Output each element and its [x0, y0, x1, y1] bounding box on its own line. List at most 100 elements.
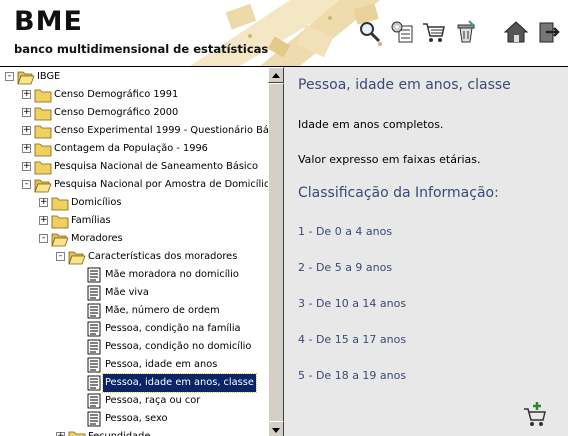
tree-item-label[interactable]: Mãe, número de ordem — [103, 302, 222, 320]
document-icon — [85, 393, 103, 409]
app-header: BME banco multidimensional de estatístic… — [0, 0, 568, 66]
scroll-up-button[interactable] — [268, 67, 284, 83]
tree-item[interactable]: Mãe viva — [73, 284, 268, 302]
document-icon — [85, 285, 103, 301]
folder-open-icon — [68, 249, 86, 265]
tree-item[interactable]: Pessoa, condição na família — [73, 320, 268, 338]
scroll-down-button[interactable] — [268, 421, 284, 436]
app-logo: BME — [14, 6, 83, 37]
tree-item-label[interactable]: Pessoa, idade em anos — [103, 356, 219, 374]
document-icon — [85, 321, 103, 337]
classification-heading: Classificação da Informação: — [298, 185, 499, 201]
tree-item-label[interactable]: Mãe viva — [103, 284, 151, 302]
expand-toggle[interactable]: + — [56, 432, 65, 436]
folder-icon — [34, 159, 52, 175]
classification-item: 3 - De 10 a 14 anos — [298, 297, 407, 310]
app-subtitle: banco multidimensional de estatísticas — [14, 42, 269, 56]
add-to-cart-icon[interactable] — [522, 401, 548, 427]
detail-description-2: Valor expresso em faixas etárias. — [298, 153, 481, 166]
detail-title: Pessoa, idade em anos, classe — [298, 77, 511, 93]
folder-open-icon — [17, 69, 35, 85]
classification-item: 1 - De 0 a 4 anos — [298, 225, 393, 238]
search-icon[interactable] — [358, 20, 382, 44]
tree-item-label[interactable]: Pessoa, raça ou cor — [103, 392, 202, 410]
expand-toggle[interactable]: + — [22, 108, 31, 117]
settings-list-icon[interactable] — [390, 20, 414, 44]
tree-item-label[interactable]: Censo Demográfico 1991 — [52, 86, 180, 104]
tree-item-label[interactable]: Domicílios — [69, 194, 123, 212]
tree-item[interactable]: Mãe, número de ordem — [73, 302, 268, 320]
tree-item-label[interactable]: Pessoa, sexo — [103, 410, 169, 428]
folder-icon — [34, 123, 52, 139]
tree-item-label[interactable]: Mãe moradora no domicílio — [103, 266, 241, 284]
expand-toggle[interactable]: + — [39, 198, 48, 207]
document-icon — [85, 267, 103, 283]
scroll-thumb[interactable] — [268, 83, 284, 423]
tree-item[interactable]: Pessoa, idade em anos, classe — [73, 373, 268, 393]
collapse-toggle[interactable]: - — [39, 234, 48, 243]
folder-open-icon — [51, 231, 69, 247]
tree-item-label[interactable]: Características dos moradores — [86, 248, 239, 266]
tree-item-label[interactable]: Pesquisa Nacional por Amostra de Domicíl… — [52, 176, 268, 194]
exit-icon[interactable] — [536, 20, 560, 44]
tree-item[interactable]: + Contagem da População - 1996 — [22, 140, 268, 158]
tree-item-label[interactable]: Contagem da População - 1996 — [52, 140, 210, 158]
tree-item[interactable]: + Censo Experimental 1999 - Questionário … — [22, 122, 268, 140]
home-icon[interactable] — [503, 20, 529, 44]
tree-item-label[interactable]: Pessoa, idade em anos, classe — [102, 373, 257, 393]
tree-scrollbar[interactable] — [268, 67, 284, 436]
tree-item-label[interactable]: Censo Experimental 1999 - Questionário B… — [52, 122, 268, 140]
collapse-toggle[interactable]: - — [56, 252, 65, 261]
tree-item[interactable]: + Censo Demográfico 1991 — [22, 86, 268, 104]
tree-item[interactable]: Pessoa, condição no domicílio — [73, 338, 268, 356]
document-icon — [85, 357, 103, 373]
collapse-toggle[interactable]: - — [22, 180, 31, 189]
classification-item: 4 - De 15 a 17 anos — [298, 333, 407, 346]
tree-item[interactable]: Mãe moradora no domicílio — [73, 266, 268, 284]
document-icon — [85, 411, 103, 427]
trash-icon[interactable] — [454, 20, 478, 44]
classification-item: 5 - De 18 a 19 anos — [298, 369, 407, 382]
collapse-toggle[interactable]: - — [5, 72, 14, 81]
expand-toggle[interactable]: + — [22, 90, 31, 99]
folder-open-icon — [34, 177, 52, 193]
tree-item[interactable]: - Moradores — [39, 230, 268, 248]
expand-toggle[interactable]: + — [22, 144, 31, 153]
expand-toggle[interactable]: + — [39, 216, 48, 225]
cart-icon[interactable] — [422, 20, 446, 44]
expand-toggle[interactable]: + — [22, 162, 31, 171]
folder-icon — [34, 141, 52, 157]
folder-icon — [51, 213, 69, 229]
tree-item-label[interactable]: Fecundidade — [86, 428, 152, 436]
category-tree: - IBGE + Censo Demográfico 1991 + Censo Demog… — [0, 67, 268, 436]
tree-item[interactable]: Pessoa, sexo — [73, 410, 268, 428]
tree-item[interactable]: + Censo Demográfico 2000 — [22, 104, 268, 122]
document-icon — [85, 303, 103, 319]
folder-icon — [68, 429, 86, 436]
category-tree-panel: - IBGE + Censo Demográfico 1991 + Censo Demog… — [0, 66, 284, 436]
tree-item-label[interactable]: Censo Demográfico 2000 — [52, 104, 180, 122]
tree-item[interactable]: + Domicílios — [39, 194, 268, 212]
tree-item-label[interactable]: Pessoa, condição na família — [103, 320, 243, 338]
tree-item-label[interactable]: Famílias — [69, 212, 113, 230]
folder-icon — [34, 105, 52, 121]
tree-item[interactable]: + Pesquisa Nacional de Saneamento Básico — [22, 158, 268, 176]
folder-icon — [34, 87, 52, 103]
folder-icon — [51, 195, 69, 211]
tree-item[interactable]: - Características dos moradores — [56, 248, 268, 266]
tree-item[interactable]: + Fecundidade — [56, 428, 268, 436]
expand-toggle[interactable]: + — [22, 126, 31, 135]
tree-item[interactable]: - Pesquisa Nacional por Amostra de Domicí… — [22, 176, 268, 194]
document-icon — [85, 339, 103, 355]
tree-item-label[interactable]: Moradores — [69, 230, 125, 248]
tree-item-label[interactable]: IBGE — [35, 68, 62, 86]
tree-item[interactable]: Pessoa, idade em anos — [73, 356, 268, 374]
classification-item: 2 - De 5 a 9 anos — [298, 261, 393, 274]
tree-item[interactable]: + Famílias — [39, 212, 268, 230]
tree-item[interactable]: Pessoa, raça ou cor — [73, 392, 268, 410]
tree-item-label[interactable]: Pesquisa Nacional de Saneamento Básico — [52, 158, 260, 176]
tree-item-label[interactable]: Pessoa, condição no domicílio — [103, 338, 253, 356]
tree-item[interactable]: - IBGE — [5, 68, 268, 86]
detail-description-1: Idade em anos completos. — [298, 118, 444, 131]
document-icon — [85, 375, 103, 391]
